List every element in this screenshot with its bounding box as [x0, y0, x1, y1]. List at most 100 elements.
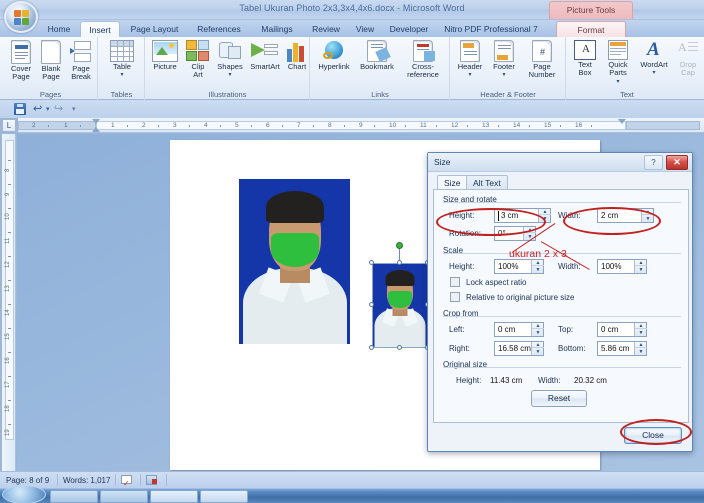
- hanging-indent-marker[interactable]: [92, 127, 100, 132]
- resize-handle-nw[interactable]: [369, 260, 374, 265]
- customize-qat-icon[interactable]: ▾: [72, 105, 76, 113]
- ribbon-group-header-footer: Header ▾ Footer ▾ # Page Number Header & …: [451, 37, 566, 100]
- text-box-button[interactable]: A Text Box: [570, 40, 600, 78]
- smartart-button[interactable]: SmartArt: [247, 40, 283, 71]
- page-break-button[interactable]: Page Break: [66, 40, 96, 82]
- tab-insert[interactable]: Insert: [80, 21, 120, 37]
- cross-reference-button[interactable]: Cross-reference: [397, 40, 449, 80]
- crop-left-spinner[interactable]: ▲ ▼: [531, 323, 544, 336]
- vruler-tick: 10: [5, 213, 11, 220]
- save-icon[interactable]: [14, 103, 26, 115]
- quick-parts-button[interactable]: Quick Parts ▾: [602, 40, 634, 86]
- language-icon[interactable]: [146, 475, 158, 486]
- ruler-tick: 2: [142, 122, 146, 129]
- bookmark-button[interactable]: Bookmark: [356, 40, 398, 71]
- picture-button[interactable]: Picture: [148, 40, 182, 71]
- resize-handle-w[interactable]: [369, 302, 374, 307]
- rotation-handle[interactable]: [396, 242, 403, 249]
- quick-access-toolbar: ↩ ▾ ↪ ▾: [0, 100, 704, 118]
- taskbar-item-1[interactable]: [50, 490, 98, 503]
- tab-references[interactable]: References: [189, 21, 249, 37]
- tab-mailings[interactable]: Mailings: [252, 21, 302, 37]
- wordart-button[interactable]: A WordArt ▾: [635, 40, 673, 78]
- ribbon: Cover Page Blank Page Page Break Pages T…: [0, 37, 704, 100]
- footer-button[interactable]: Footer ▾: [488, 40, 520, 80]
- chart-label: Chart: [287, 62, 307, 71]
- status-page[interactable]: Page: 8 of 9: [6, 476, 49, 485]
- vertical-ruler[interactable]: 8 9 10 11 12 13 14 15 16 17 18 19: [2, 134, 16, 471]
- lock-aspect-ratio-checkbox[interactable]: [450, 277, 460, 287]
- crop-bottom-spinner[interactable]: ▲ ▼: [634, 342, 647, 355]
- clip-art-button[interactable]: Clip Art: [184, 40, 212, 80]
- undo-dropdown-icon[interactable]: ▾: [46, 105, 50, 113]
- crop-top-input[interactable]: 0 cm ▲ ▼: [597, 322, 647, 337]
- dialog-help-button[interactable]: ?: [644, 155, 663, 170]
- tab-developer[interactable]: Developer: [383, 21, 435, 37]
- ruler-margin-right: [626, 121, 700, 130]
- crop-left-input[interactable]: 0 cm ▲ ▼: [494, 322, 544, 337]
- crop-top-spinner[interactable]: ▲ ▼: [634, 323, 647, 336]
- start-button[interactable]: [2, 485, 46, 503]
- vruler-tick: 19: [5, 429, 11, 436]
- redo-icon[interactable]: ↪: [54, 103, 63, 115]
- blank-page-button[interactable]: Blank Page: [37, 40, 65, 82]
- resize-handle-sw[interactable]: [369, 345, 374, 350]
- dialog-tab-alt-text[interactable]: Alt Text: [466, 175, 508, 190]
- horizontal-ruler[interactable]: 2 1 1 2 3 4 5 6 7 8 9 10 11 12 13 14 15 …: [18, 118, 704, 133]
- dialog-tab-size[interactable]: Size: [437, 175, 468, 190]
- tab-home[interactable]: Home: [40, 21, 78, 37]
- ruler-tick: 3: [173, 122, 177, 129]
- photo-large[interactable]: [239, 179, 350, 344]
- crop-bottom-input[interactable]: 5.86 cm ▲ ▼: [597, 341, 647, 356]
- ribbon-tab-strip: Home Insert Page Layout References Maili…: [0, 20, 704, 37]
- vruler-tick: 16: [5, 357, 11, 364]
- tab-stop-selector[interactable]: L: [2, 119, 16, 132]
- hyperlink-icon: [322, 40, 346, 62]
- size-dialog[interactable]: Size ? ✕ Size Alt Text Size and rotate H…: [427, 152, 693, 452]
- dialog-close-icon[interactable]: ✕: [666, 155, 688, 170]
- taskbar-item-4[interactable]: [200, 490, 248, 503]
- crop-right-spinner[interactable]: ▲ ▼: [531, 342, 544, 355]
- shapes-button[interactable]: Shapes ▾: [214, 40, 246, 80]
- ruler-tick: 14: [513, 122, 521, 129]
- hyperlink-button[interactable]: Hyperlink: [313, 40, 355, 71]
- scale-width-input[interactable]: 100% ▲ ▼: [597, 259, 647, 274]
- taskbar-item-2[interactable]: [100, 490, 148, 503]
- dialog-title: Size: [434, 157, 451, 167]
- page-number-label: Page Number: [528, 62, 556, 80]
- header-button[interactable]: Header ▾: [454, 40, 486, 80]
- tab-format[interactable]: Format: [556, 21, 626, 37]
- status-words[interactable]: Words: 1,017: [63, 476, 110, 485]
- proofing-errors-icon[interactable]: ✓: [121, 475, 133, 488]
- resize-handle-s[interactable]: [397, 345, 402, 350]
- taskbar-item-3[interactable]: [150, 490, 198, 503]
- crop-left-value: 0 cm: [498, 325, 516, 334]
- scale-height-spinner[interactable]: ▲ ▼: [531, 260, 544, 273]
- tab-view[interactable]: View: [350, 21, 380, 37]
- annotation-ellipse-close: [620, 419, 692, 445]
- tab-page-layout[interactable]: Page Layout: [123, 21, 186, 37]
- first-line-indent-marker[interactable]: [92, 119, 100, 124]
- scale-width-spinner[interactable]: ▲ ▼: [634, 260, 647, 273]
- cover-page-button[interactable]: Cover Page: [6, 40, 36, 82]
- quick-parts-label: Quick Parts: [608, 60, 628, 78]
- chart-button[interactable]: Chart: [284, 40, 310, 71]
- group-label-tables: Tables: [110, 90, 133, 99]
- tab-review[interactable]: Review: [305, 21, 347, 37]
- relative-to-original-checkbox[interactable]: [450, 292, 460, 302]
- word-window: Tabel Ukuran Photo 2x3,3x4,4x6.docx - Mi…: [0, 0, 704, 503]
- scale-height-input[interactable]: 100% ▲ ▼: [494, 259, 544, 274]
- drop-cap-button[interactable]: A Drop Cap: [674, 40, 702, 78]
- office-button[interactable]: [4, 1, 38, 33]
- cover-page-icon: [11, 40, 31, 64]
- table-button[interactable]: Table ▾: [104, 40, 140, 80]
- crop-right-input[interactable]: 16.58 cm ▲ ▼: [494, 341, 544, 356]
- reset-button[interactable]: Reset: [531, 390, 587, 407]
- page-number-button[interactable]: # Page Number: [521, 40, 563, 80]
- blank-page-icon: [41, 40, 61, 64]
- page-break-label: Page Break: [71, 64, 91, 82]
- tab-nitro-pdf[interactable]: Nitro PDF Professional 7: [438, 21, 544, 37]
- right-indent-marker[interactable]: [618, 119, 626, 124]
- resize-handle-n[interactable]: [397, 260, 402, 265]
- undo-icon[interactable]: ↩: [33, 103, 42, 115]
